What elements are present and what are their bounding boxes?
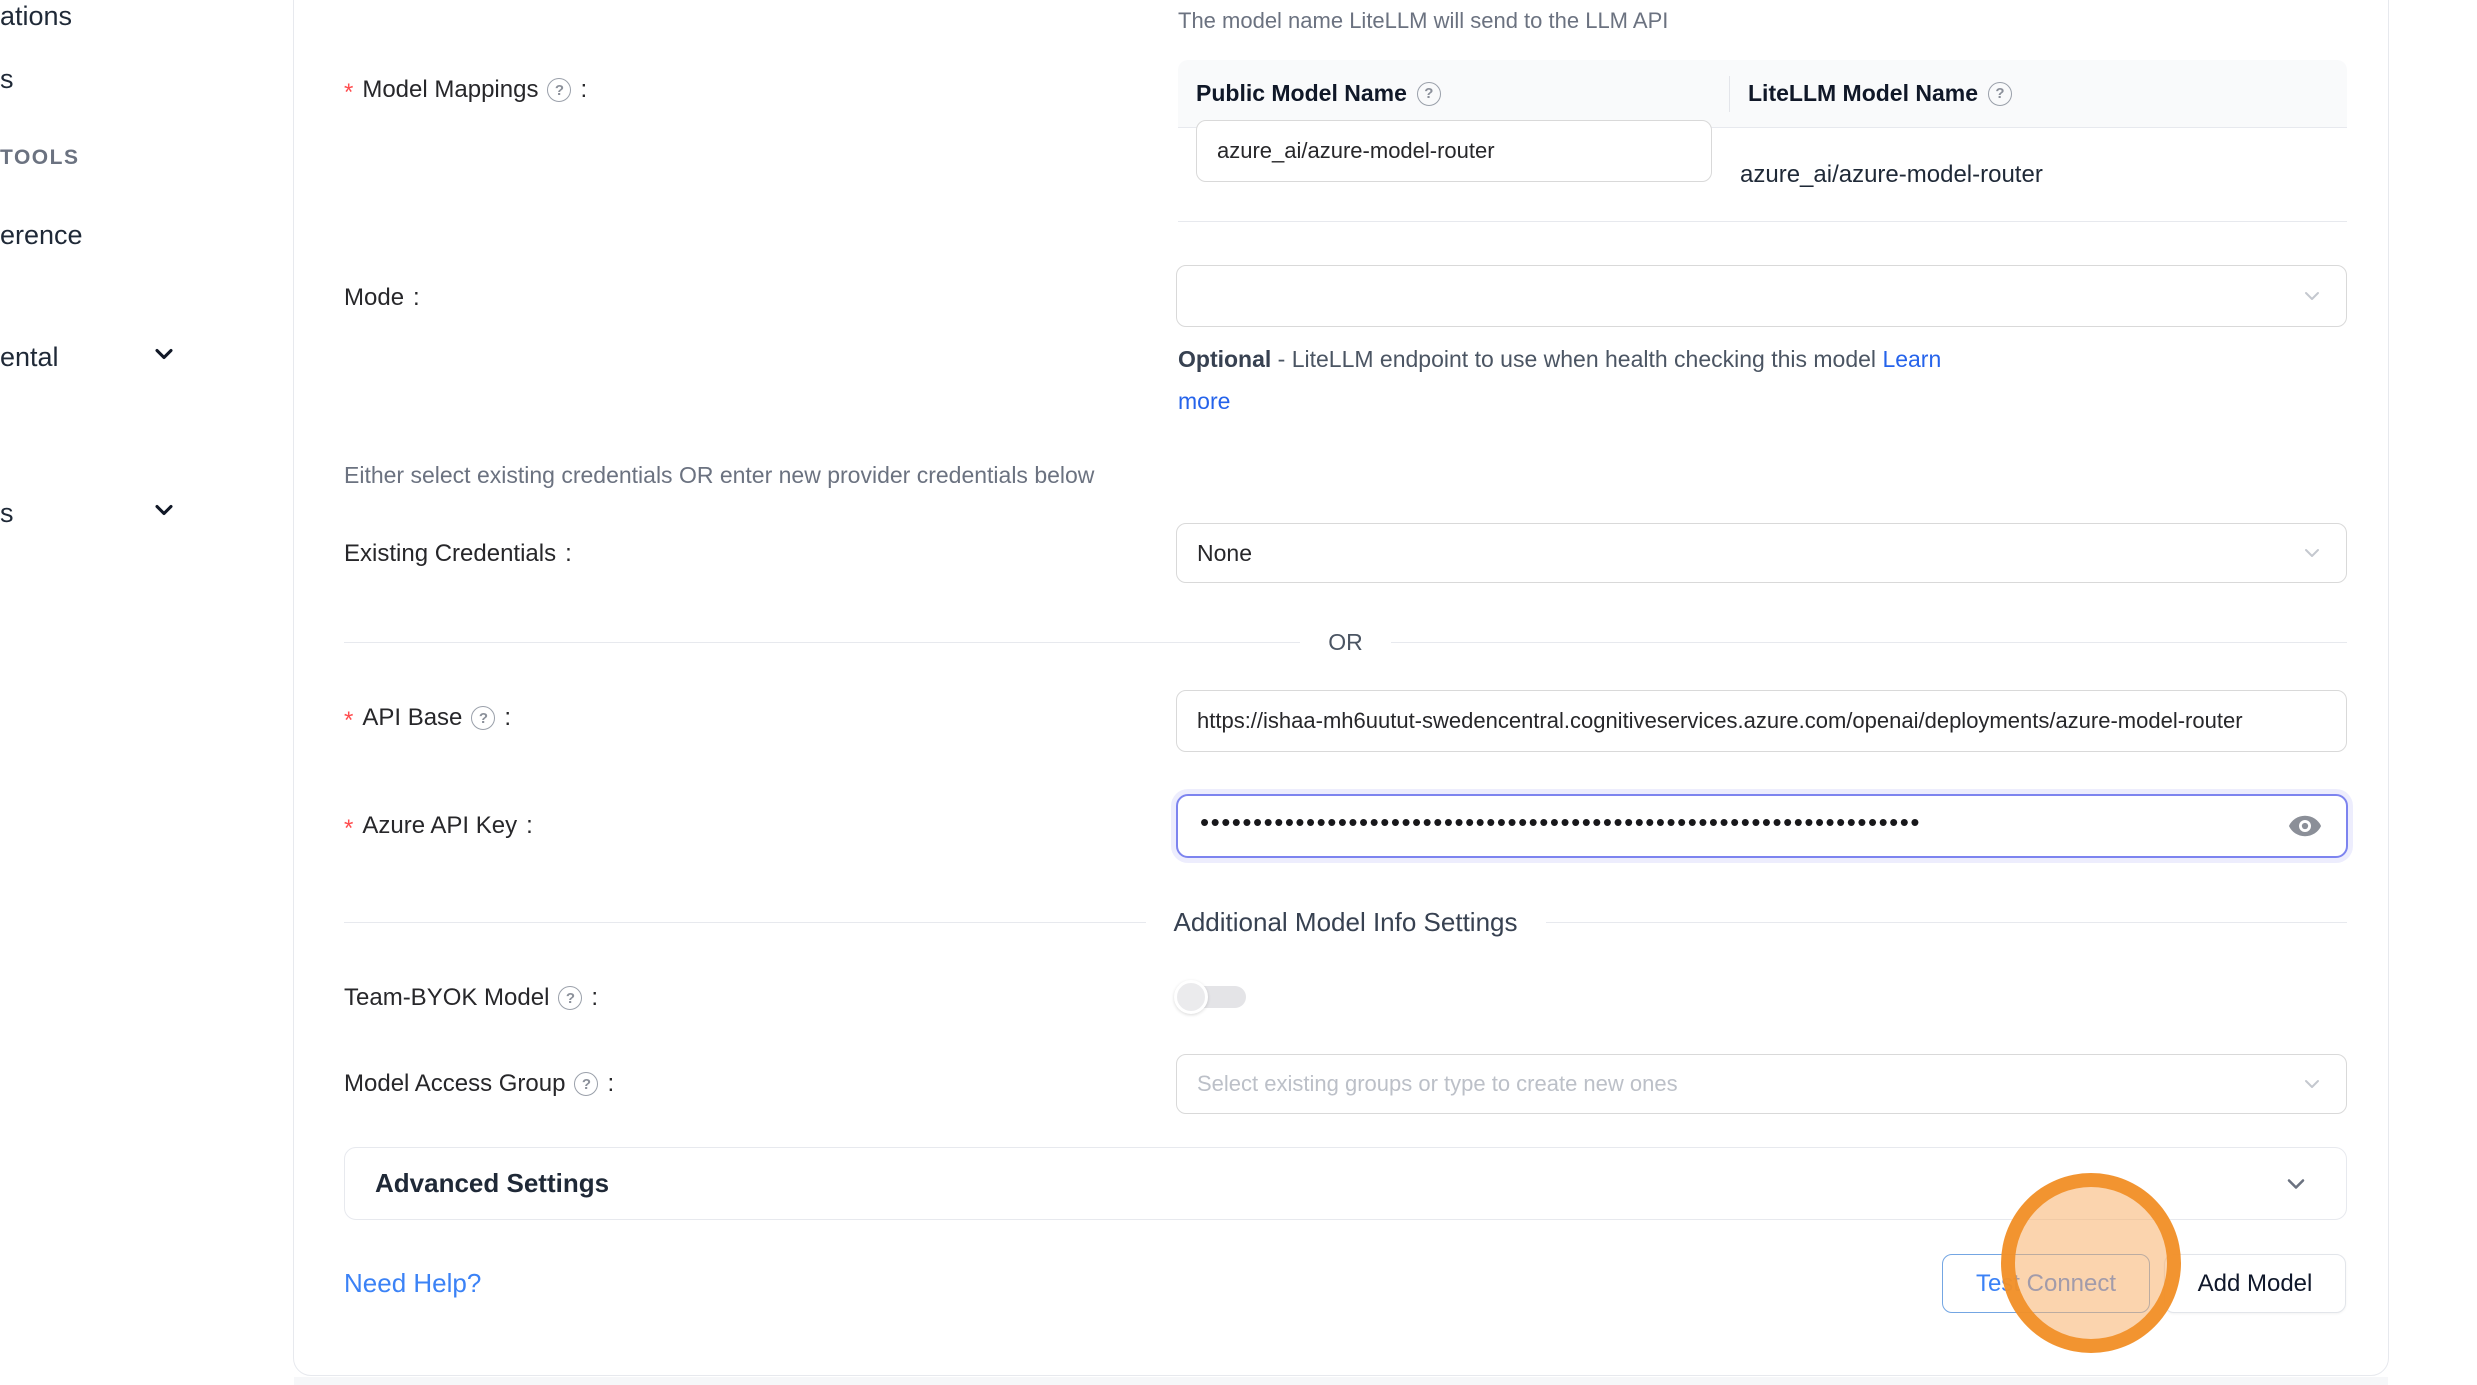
advanced-settings-panel[interactable]: Advanced Settings xyxy=(344,1147,2347,1220)
sidebar-item-experimental[interactable]: ental xyxy=(0,342,59,373)
sidebar: ations s TOOLS erence ental s xyxy=(0,0,293,1385)
label-colon: : xyxy=(526,812,533,840)
header-separator xyxy=(1729,76,1730,112)
mode-helper-text: Optional - LiteLLM endpoint to use when … xyxy=(1178,338,1990,422)
existing-credentials-select[interactable]: None xyxy=(1176,523,2347,583)
chevron-down-icon xyxy=(2300,1072,2324,1096)
help-icon[interactable]: ? xyxy=(471,706,495,730)
masked-password: ••••••••••••••••••••••••••••••••••••••••… xyxy=(1200,807,1921,838)
chevron-down-icon xyxy=(2282,1170,2310,1198)
litellm-model-name-value: azure_ai/azure-model-router xyxy=(1740,161,2043,189)
label-colon: : xyxy=(413,284,420,312)
divider-line xyxy=(344,642,1300,643)
chevron-down-icon[interactable] xyxy=(150,340,178,368)
column-header-public-model-name: Public Model Name ? xyxy=(1178,80,1730,107)
existing-credentials-label: Existing Credentials : xyxy=(344,538,572,570)
table-header-row: Public Model Name ? LiteLLM Model Name ? xyxy=(1178,60,2347,128)
sidebar-item-organizations[interactable]: ations xyxy=(0,1,72,32)
label-colon: : xyxy=(565,540,572,568)
page-background xyxy=(294,1377,2388,1385)
model-mappings-label: * Model Mappings ? : xyxy=(344,74,587,106)
divider-line xyxy=(344,922,1146,923)
api-base-label: * API Base ? : xyxy=(344,702,511,734)
divider-text: OR xyxy=(1328,629,1363,656)
eye-icon xyxy=(2287,808,2323,844)
azure-api-key-label: * Azure API Key : xyxy=(344,810,533,842)
model-access-group-label: Model Access Group ? : xyxy=(344,1068,614,1100)
label-colon: : xyxy=(591,984,598,1012)
divider-line xyxy=(1546,922,2348,923)
sidebar-item-settings[interactable]: s xyxy=(0,498,14,529)
mode-label: Mode : xyxy=(344,282,420,314)
need-help-link[interactable]: Need Help? xyxy=(344,1268,481,1299)
or-divider: OR xyxy=(344,622,2347,662)
selected-value: None xyxy=(1197,540,1252,567)
toggle-visibility-button[interactable] xyxy=(2286,807,2324,845)
help-icon[interactable]: ? xyxy=(558,986,582,1010)
column-header-litellm-model-name: LiteLLM Model Name ? xyxy=(1730,80,2012,107)
helper-rest: - LiteLLM endpoint to use when health ch… xyxy=(1271,346,1882,372)
help-icon[interactable]: ? xyxy=(1988,82,2012,106)
model-access-group-select[interactable]: Select existing groups or type to create… xyxy=(1176,1054,2347,1114)
api-base-input[interactable] xyxy=(1176,690,2347,752)
model-name-hint: The model name LiteLLM will send to the … xyxy=(1178,8,1668,34)
required-asterisk: * xyxy=(344,707,353,735)
divider-text: Additional Model Info Settings xyxy=(1174,907,1518,938)
label-text: Model Mappings xyxy=(362,76,538,104)
helper-bold: Optional xyxy=(1178,346,1271,372)
select-placeholder: Select existing groups or type to create… xyxy=(1197,1071,1678,1097)
help-icon[interactable]: ? xyxy=(574,1072,598,1096)
add-model-button[interactable]: Add Model xyxy=(2164,1254,2346,1313)
sidebar-item[interactable]: s xyxy=(0,64,14,95)
help-icon[interactable]: ? xyxy=(1417,82,1441,106)
model-mappings-table: Public Model Name ? LiteLLM Model Name ?… xyxy=(1178,60,2347,222)
divider-line xyxy=(1391,642,2347,643)
chevron-down-icon xyxy=(2300,541,2324,565)
column-label: Public Model Name xyxy=(1196,80,1407,107)
additional-settings-divider: Additional Model Info Settings xyxy=(344,900,2347,944)
label-text: Model Access Group xyxy=(344,1070,565,1098)
advanced-settings-title: Advanced Settings xyxy=(375,1168,609,1199)
mode-select[interactable] xyxy=(1176,265,2347,327)
label-text: API Base xyxy=(362,704,462,732)
table-row: azure_ai/azure-model-router xyxy=(1178,128,2347,222)
label-text: Mode xyxy=(344,284,404,312)
sidebar-section-tools: TOOLS xyxy=(0,146,79,170)
column-label: LiteLLM Model Name xyxy=(1748,80,1978,107)
label-colon: : xyxy=(607,1070,614,1098)
sidebar-item-api-reference[interactable]: erence xyxy=(0,220,83,251)
team-byok-label: Team-BYOK Model ? : xyxy=(344,982,598,1014)
chevron-down-icon[interactable] xyxy=(150,496,178,524)
label-colon: : xyxy=(504,704,511,732)
azure-api-key-input[interactable]: ••••••••••••••••••••••••••••••••••••••••… xyxy=(1176,794,2348,858)
required-asterisk: * xyxy=(344,815,353,843)
label-text: Existing Credentials xyxy=(344,540,556,568)
help-icon[interactable]: ? xyxy=(547,78,571,102)
label-text: Team-BYOK Model xyxy=(344,984,549,1012)
public-model-name-input[interactable] xyxy=(1196,120,1712,182)
required-asterisk: * xyxy=(344,79,353,107)
chevron-down-icon xyxy=(2300,284,2324,308)
credentials-hint: Either select existing credentials OR en… xyxy=(344,462,1094,489)
label-text: Azure API Key xyxy=(362,812,517,840)
label-colon: : xyxy=(580,76,587,104)
team-byok-toggle-knob[interactable] xyxy=(1174,980,1208,1014)
test-connect-button[interactable]: Test Connect xyxy=(1942,1254,2150,1313)
